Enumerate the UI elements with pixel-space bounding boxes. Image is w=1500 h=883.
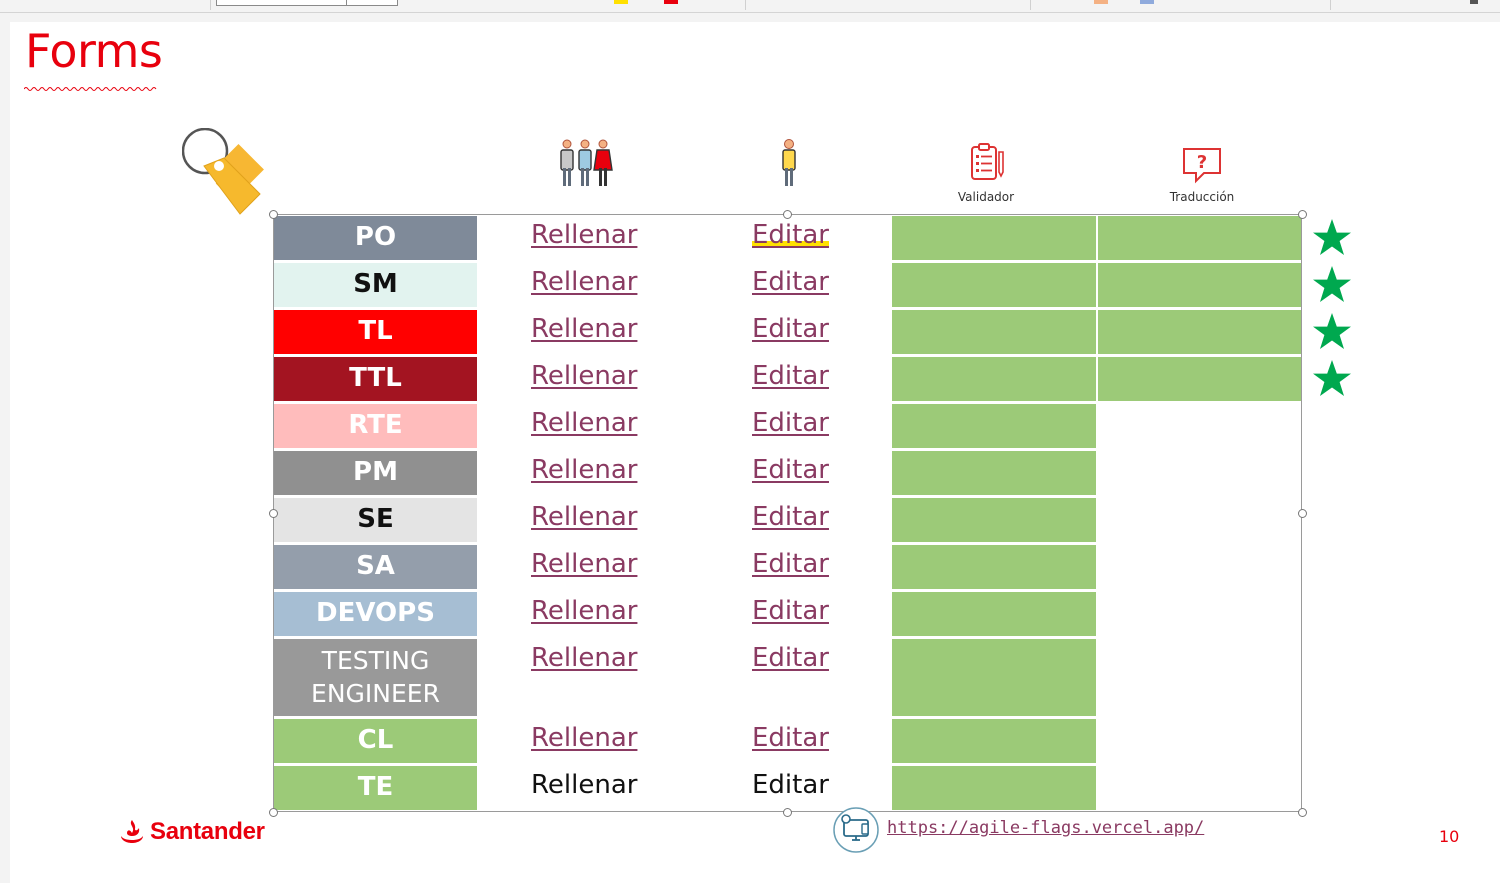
- highlight-color-icon[interactable]: [614, 0, 628, 4]
- resize-handle-bottom-left[interactable]: [269, 808, 278, 817]
- star-icon: [1311, 311, 1353, 353]
- single-person-icon: [782, 139, 796, 186]
- team-people-icon: [560, 139, 613, 186]
- star-icon: [1311, 358, 1353, 400]
- shape-fill-icon[interactable]: [1094, 0, 1108, 4]
- clipboard-checklist-icon: [971, 143, 1004, 180]
- ribbon-more-icon[interactable]: [1470, 0, 1478, 4]
- web-settings-icon[interactable]: [832, 806, 880, 854]
- resize-handle-top-left[interactable]: [269, 210, 278, 219]
- spellcheck-squiggle: [24, 87, 157, 91]
- resize-handle-left[interactable]: [269, 509, 278, 518]
- page-number: 10: [1439, 827, 1460, 846]
- question-bubble-icon: ?: [1183, 148, 1221, 184]
- slide-title[interactable]: Forms: [25, 24, 163, 78]
- ribbon-separator: [745, 0, 746, 10]
- star-icon: [1311, 217, 1353, 259]
- site-url-link[interactable]: https://agile-flags.vercel.app/: [887, 818, 1204, 838]
- selection-frame: [273, 214, 1302, 812]
- font-color-icon[interactable]: [664, 0, 678, 4]
- ribbon-separator: [1030, 0, 1031, 10]
- ribbon-separator: [210, 0, 211, 10]
- ribbon-separator: [1330, 0, 1331, 10]
- shape-outline-icon[interactable]: [1140, 0, 1154, 4]
- font-size-box[interactable]: [346, 0, 398, 6]
- price-tag-icon[interactable]: [182, 128, 272, 223]
- flame-icon: [121, 820, 143, 843]
- translation-label: Traducción: [1169, 190, 1235, 204]
- brand-name: Santander: [150, 818, 265, 845]
- resize-handle-bottom-right[interactable]: [1298, 808, 1307, 817]
- star-icon: [1311, 264, 1353, 306]
- svg-text:?: ?: [1197, 152, 1207, 173]
- resize-handle-top-right[interactable]: [1298, 210, 1307, 219]
- resize-handle-bottom[interactable]: [783, 808, 792, 817]
- font-name-box[interactable]: [216, 0, 348, 6]
- validator-label: Validador: [957, 190, 1015, 204]
- resize-handle-right[interactable]: [1298, 509, 1307, 518]
- ribbon-strip: [0, 0, 1500, 13]
- resize-handle-top[interactable]: [783, 210, 792, 219]
- slide-canvas: Forms Validador ? Traducción PO Rellenar…: [10, 22, 1500, 883]
- santander-logo: Santander: [118, 818, 265, 846]
